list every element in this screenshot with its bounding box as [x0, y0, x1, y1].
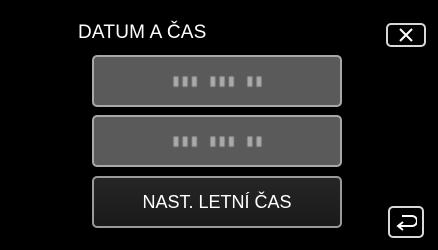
return-arrow-icon	[395, 213, 417, 231]
close-button[interactable]	[386, 23, 426, 47]
menu-item-label: ▮▮▮ ▮▮▮ ▮▮	[170, 131, 264, 151]
menu-item-label: ▮▮▮ ▮▮▮ ▮▮	[170, 71, 264, 91]
menu-item-label: NAST. LETNÍ ČAS	[142, 191, 292, 212]
back-button[interactable]	[388, 206, 424, 238]
menu-item-2[interactable]: ▮▮▮ ▮▮▮ ▮▮	[92, 115, 342, 167]
date-time-screen: DATUM A ČAS ▮▮▮ ▮▮▮ ▮▮ ▮▮▮ ▮▮▮ ▮▮ NAST. …	[0, 0, 438, 250]
page-title: DATUM A ČAS	[78, 22, 207, 43]
daylight-saving-button[interactable]: NAST. LETNÍ ČAS	[92, 176, 342, 228]
menu-item-1[interactable]: ▮▮▮ ▮▮▮ ▮▮	[92, 55, 342, 107]
close-icon	[398, 28, 414, 42]
